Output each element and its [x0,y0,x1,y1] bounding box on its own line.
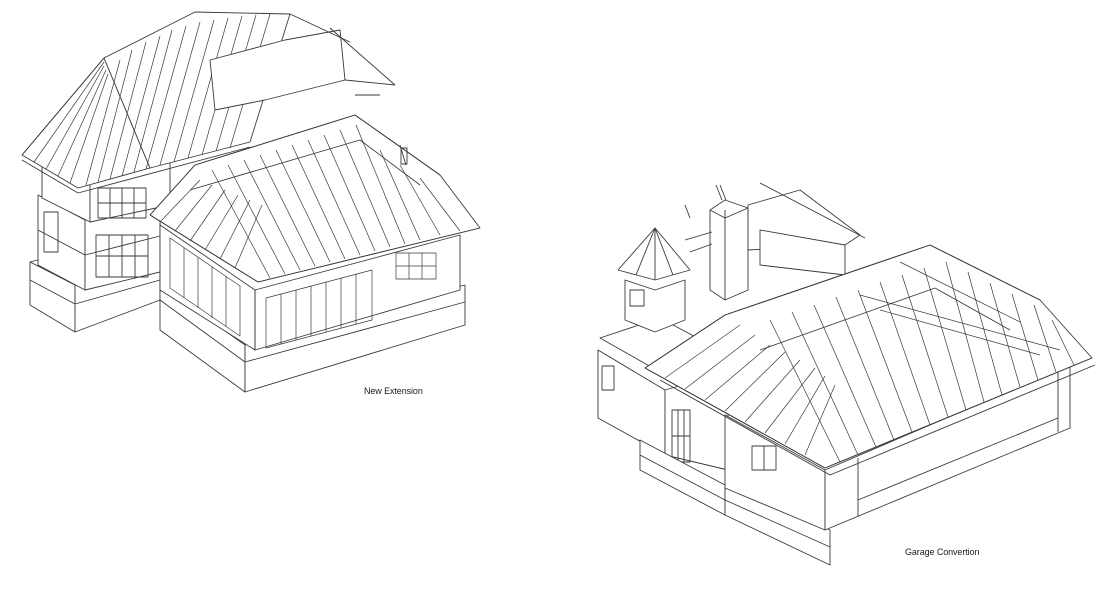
isometric-drawings [21,11,1096,566]
drawing-sheet: New Extension Garage Convertion [0,0,1118,590]
garage-convertion-drawing [597,182,1096,566]
caption-new-extension: New Extension [364,386,423,396]
new-extension-drawing [21,11,481,393]
chimney [709,184,749,301]
turret [617,204,691,333]
caption-garage-convertion: Garage Convertion [905,547,980,557]
